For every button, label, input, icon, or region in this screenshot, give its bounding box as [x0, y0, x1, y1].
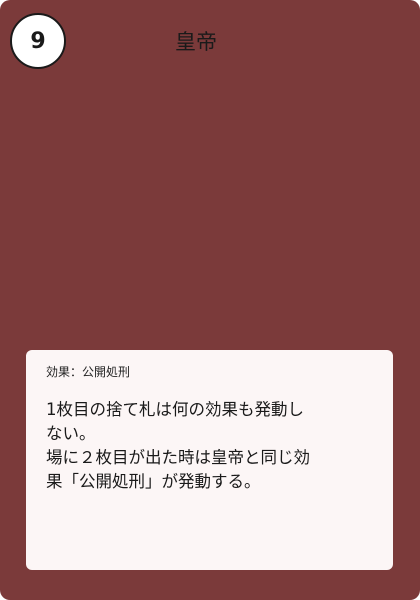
effect-description: 1枚目の捨て札は何の効果も発動し ない。 場に２枚目が出た時は皇帝と同じ効 果「…: [46, 398, 379, 494]
card-name: 皇帝: [175, 30, 217, 54]
card: 9 皇帝 効果：公開処刑 1枚目の捨て札は何の効果も発動し ない。 場に２枚目が…: [0, 0, 420, 600]
effect-line: ない。: [46, 424, 96, 443]
effect-label: 効果：公開処刑: [46, 365, 131, 379]
effect-line: 1枚目の捨て札は何の効果も発動し: [46, 400, 304, 419]
effect-text-box: 効果：公開処刑 1枚目の捨て札は何の効果も発動し ない。 場に２枚目が出た時は皇…: [26, 350, 393, 570]
effect-line: 果「公開処刑」が発動する。: [46, 472, 261, 491]
effect-line: 場に２枚目が出た時は皇帝と同じ効: [46, 448, 310, 467]
